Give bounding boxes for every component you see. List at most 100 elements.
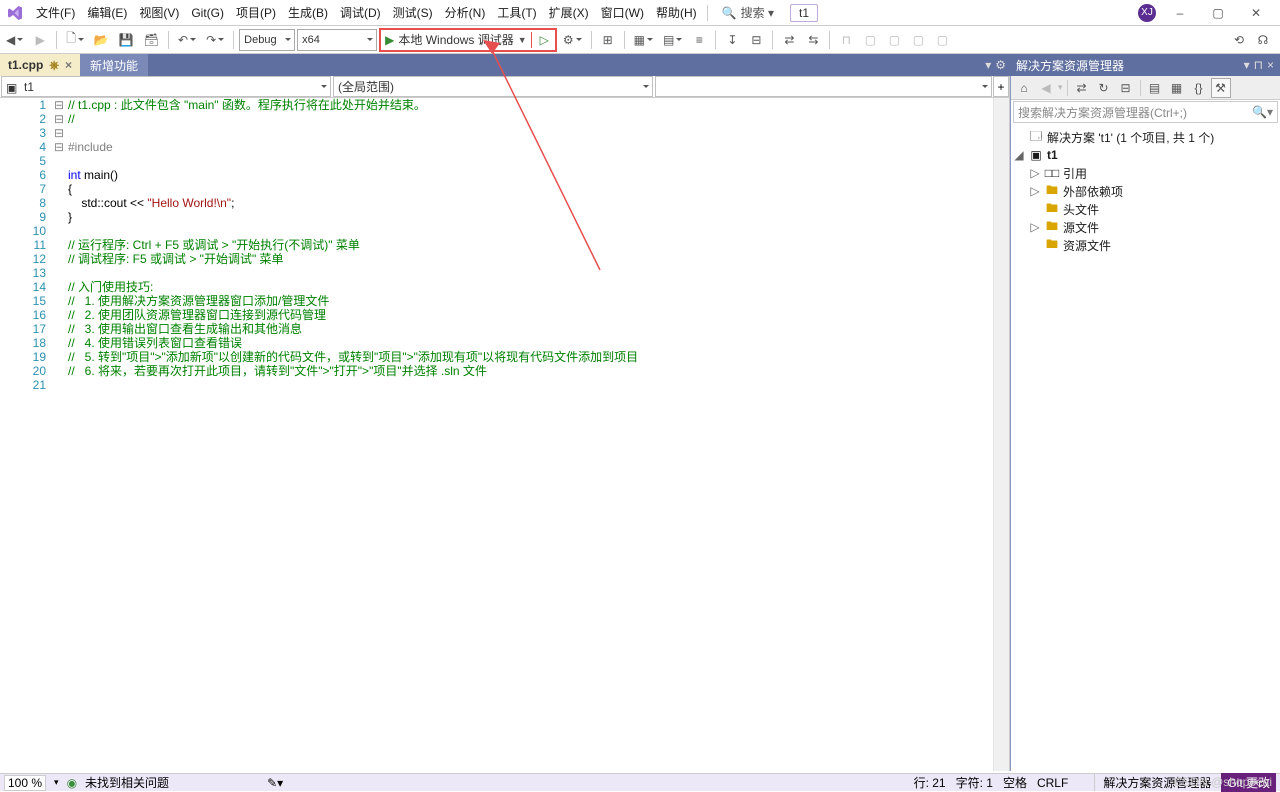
menu-analyze[interactable]: 分析(N) xyxy=(439,1,492,24)
scope-global-combo[interactable]: (全局范围) xyxy=(333,76,653,97)
tab-label: t1.cpp xyxy=(8,58,43,72)
search-box[interactable]: 🔍 搜索 ▾ xyxy=(716,2,780,23)
live-share-button[interactable]: ⟲ xyxy=(1228,29,1250,51)
editor-scrollbar[interactable] xyxy=(993,98,1009,771)
platform-combo[interactable]: x64 xyxy=(297,29,377,51)
save-all-button[interactable]: 🗃 xyxy=(140,29,163,51)
eol-indicator[interactable]: CRLF xyxy=(1037,776,1068,790)
tb-misc-10[interactable]: ⊓ xyxy=(835,29,857,51)
tab-settings-icon[interactable]: ⚙ xyxy=(995,58,1006,72)
vs-logo-icon xyxy=(6,4,24,22)
panel-dropdown-icon[interactable]: ▾ xyxy=(1244,58,1250,72)
scope-member-combo[interactable] xyxy=(655,76,992,97)
tb-misc-14[interactable]: ▢ xyxy=(931,29,953,51)
tab-dropdown-icon[interactable]: ▾ xyxy=(985,58,991,72)
menu-edit[interactable]: 编辑(E) xyxy=(81,1,133,24)
sol-back-button[interactable]: ◀ xyxy=(1036,78,1056,98)
menu-project[interactable]: 项目(P) xyxy=(230,1,282,24)
tree-external-deps[interactable]: ▷🖿外部依赖项 xyxy=(1013,182,1278,200)
tb-misc-12[interactable]: ▢ xyxy=(883,29,905,51)
redo-button[interactable]: ↷ xyxy=(202,29,228,51)
solution-tree[interactable]: 🗔解决方案 't1' (1 个项目, 共 1 个) ◢▣t1 ▷□□引用 ▷🖿外… xyxy=(1011,124,1280,771)
tree-references[interactable]: ▷□□引用 xyxy=(1013,164,1278,182)
tab-whatsnew[interactable]: 新增功能 xyxy=(80,54,148,76)
line-indicator[interactable]: 行: 21 xyxy=(914,774,946,791)
tb-misc-6[interactable]: ↧ xyxy=(721,29,743,51)
main-toolbar: ◀ ▶ 🗋 📂 💾 🗃 ↶ ↷ Debug x64 ▶ 本地 Windows 调… xyxy=(0,26,1280,54)
panel-pin-icon[interactable]: ⊓ xyxy=(1254,58,1263,72)
sol-brace-button[interactable]: {} xyxy=(1189,78,1209,98)
menu-help[interactable]: 帮助(H) xyxy=(650,1,703,24)
tb-misc-7[interactable]: ⊟ xyxy=(745,29,767,51)
menu-test[interactable]: 测试(S) xyxy=(387,1,439,24)
save-button[interactable]: 💾 xyxy=(115,29,138,51)
nav-fwd-button[interactable]: ▶ xyxy=(29,29,51,51)
watermark: CSDN @shopeeai xyxy=(1174,775,1272,789)
zoom-level[interactable]: 100 % xyxy=(4,775,46,791)
search-icon: 🔍▾ xyxy=(1252,105,1273,119)
menu-debug[interactable]: 调试(D) xyxy=(334,1,387,24)
tb-misc-13[interactable]: ▢ xyxy=(907,29,929,51)
menu-view[interactable]: 视图(V) xyxy=(133,1,185,24)
tb-misc-4[interactable]: ▤ xyxy=(659,29,686,51)
menu-tools[interactable]: 工具(T) xyxy=(491,1,542,24)
indent-indicator[interactable]: 空格 xyxy=(1003,774,1027,791)
solution-search-input[interactable]: 搜索解决方案资源管理器(Ctrl+;) 🔍▾ xyxy=(1013,101,1278,123)
menu-file[interactable]: 文件(F) xyxy=(30,1,81,24)
error-list-icon[interactable]: ◉ xyxy=(67,776,77,790)
undo-button[interactable]: ↶ xyxy=(174,29,200,51)
tb-misc-8[interactable]: ⇄ xyxy=(778,29,800,51)
scope-add-button[interactable]: + xyxy=(993,76,1009,97)
active-document-pill[interactable]: t1 xyxy=(790,4,818,22)
close-button[interactable]: ✕ xyxy=(1242,3,1270,23)
tb-misc-9[interactable]: ⇆ xyxy=(802,29,824,51)
tree-solution-root[interactable]: 🗔解决方案 't1' (1 个项目, 共 1 个) xyxy=(1013,128,1278,146)
tree-project[interactable]: ◢▣t1 xyxy=(1013,146,1278,164)
solution-explorer: ⌂ ◀▾ ⇄ ↻ ⊟ ▤ ▦ {} ⚒ 搜索解决方案资源管理器(Ctrl+;) … xyxy=(1010,76,1280,771)
tb-misc-5[interactable]: ≡ xyxy=(688,29,710,51)
sol-collapse-button[interactable]: ⊟ xyxy=(1116,78,1136,98)
sol-showall-button[interactable]: ▤ xyxy=(1145,78,1165,98)
close-tab-icon[interactable]: × xyxy=(65,58,72,72)
sol-sync-button[interactable]: ⇄ xyxy=(1072,78,1092,98)
sol-refresh-button[interactable]: ↻ xyxy=(1094,78,1114,98)
maximize-button[interactable]: ▢ xyxy=(1204,3,1232,23)
solution-explorer-title: 解决方案资源管理器 ▾ ⊓ × xyxy=(1010,54,1280,76)
configuration-combo[interactable]: Debug xyxy=(239,29,295,51)
user-avatar[interactable]: XJ xyxy=(1138,4,1156,22)
tree-resources[interactable]: 🖿资源文件 xyxy=(1013,236,1278,254)
play-outline-icon[interactable]: ▷ xyxy=(540,33,549,47)
folder-icon: 🖿 xyxy=(1045,184,1059,198)
project-icon: ▣ xyxy=(1029,148,1043,162)
scope-project-combo[interactable]: ▣ t1 xyxy=(1,76,331,97)
tab-t1-cpp[interactable]: t1.cpp ⎈ × xyxy=(0,54,80,76)
menu-window[interactable]: 窗口(W) xyxy=(595,1,650,24)
navigation-bar: ▣ t1 (全局范围) + xyxy=(0,76,1009,98)
tb-misc-1[interactable]: ⚙ xyxy=(559,29,586,51)
build-status-icon[interactable]: ✎▾ xyxy=(267,776,283,790)
minimize-button[interactable]: – xyxy=(1166,3,1194,23)
tb-misc-2[interactable]: ⊞ xyxy=(597,29,619,51)
menu-extensions[interactable]: 扩展(X) xyxy=(543,1,595,24)
feedback-button[interactable]: ☊ xyxy=(1252,29,1274,51)
folder-icon: 🖿 xyxy=(1045,220,1059,234)
sol-home-button[interactable]: ⌂ xyxy=(1014,78,1034,98)
solution-icon: 🗔 xyxy=(1029,130,1043,144)
tb-misc-3[interactable]: ▦ xyxy=(630,29,657,51)
col-indicator[interactable]: 字符: 1 xyxy=(956,774,993,791)
new-project-button[interactable]: 🗋 xyxy=(62,29,88,51)
nav-back-button[interactable]: ◀ xyxy=(2,29,27,51)
folder-icon: 🖿 xyxy=(1045,202,1059,216)
menu-build[interactable]: 生成(B) xyxy=(282,1,334,24)
tb-misc-11[interactable]: ▢ xyxy=(859,29,881,51)
start-debug-button[interactable]: ▶ 本地 Windows 调试器 ▼ ▷ xyxy=(379,28,557,52)
open-file-button[interactable]: 📂 xyxy=(90,29,113,51)
tree-sources[interactable]: ▷🖿源文件 xyxy=(1013,218,1278,236)
code-editor[interactable]: 123456789101112131415161718192021 ⊟ ⊟ ⊟ … xyxy=(0,98,1009,771)
sol-props-button[interactable]: ▦ xyxy=(1167,78,1187,98)
panel-close-icon[interactable]: × xyxy=(1267,58,1274,72)
sol-view-button[interactable]: ⚒ xyxy=(1211,78,1231,98)
pin-icon[interactable]: ⎈ xyxy=(49,58,59,73)
menu-git[interactable]: Git(G) xyxy=(185,3,230,23)
tree-headers[interactable]: 🖿头文件 xyxy=(1013,200,1278,218)
